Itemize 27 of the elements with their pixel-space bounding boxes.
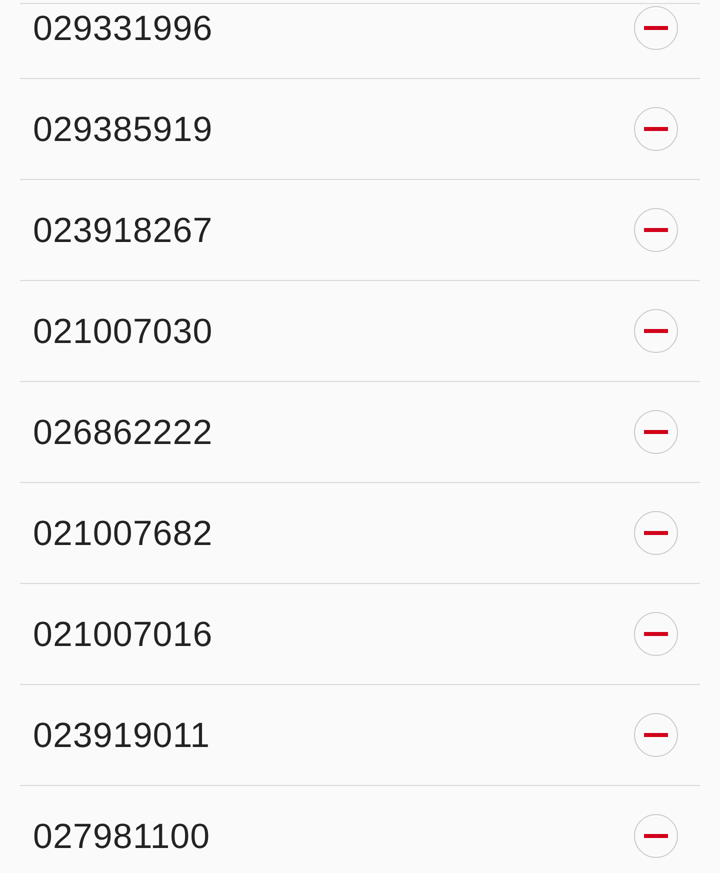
phone-number: 023919011 (33, 718, 210, 752)
remove-button[interactable] (634, 814, 678, 858)
phone-number: 029331996 (33, 10, 213, 46)
phone-number: 021007030 (33, 314, 213, 348)
remove-button[interactable] (634, 107, 678, 151)
minus-icon (644, 26, 668, 30)
phone-number: 026862222 (33, 414, 213, 450)
phone-number: 021007682 (33, 516, 213, 550)
phone-number: 021007016 (33, 616, 213, 652)
minus-icon (644, 228, 668, 232)
remove-button[interactable] (634, 208, 678, 252)
remove-button[interactable] (634, 713, 678, 757)
minus-icon (644, 632, 668, 636)
minus-icon (644, 430, 668, 434)
minus-icon (644, 531, 668, 535)
remove-button[interactable] (634, 511, 678, 555)
remove-button[interactable] (634, 6, 678, 50)
phone-number: 027981100 (33, 818, 210, 854)
remove-button[interactable] (634, 410, 678, 454)
minus-icon (644, 127, 668, 131)
remove-button[interactable] (634, 309, 678, 353)
minus-icon (644, 834, 668, 838)
phone-number: 023918267 (33, 212, 213, 248)
phone-number: 029385919 (33, 112, 213, 146)
minus-icon (644, 733, 668, 737)
remove-button[interactable] (634, 612, 678, 656)
minus-icon (644, 329, 668, 333)
